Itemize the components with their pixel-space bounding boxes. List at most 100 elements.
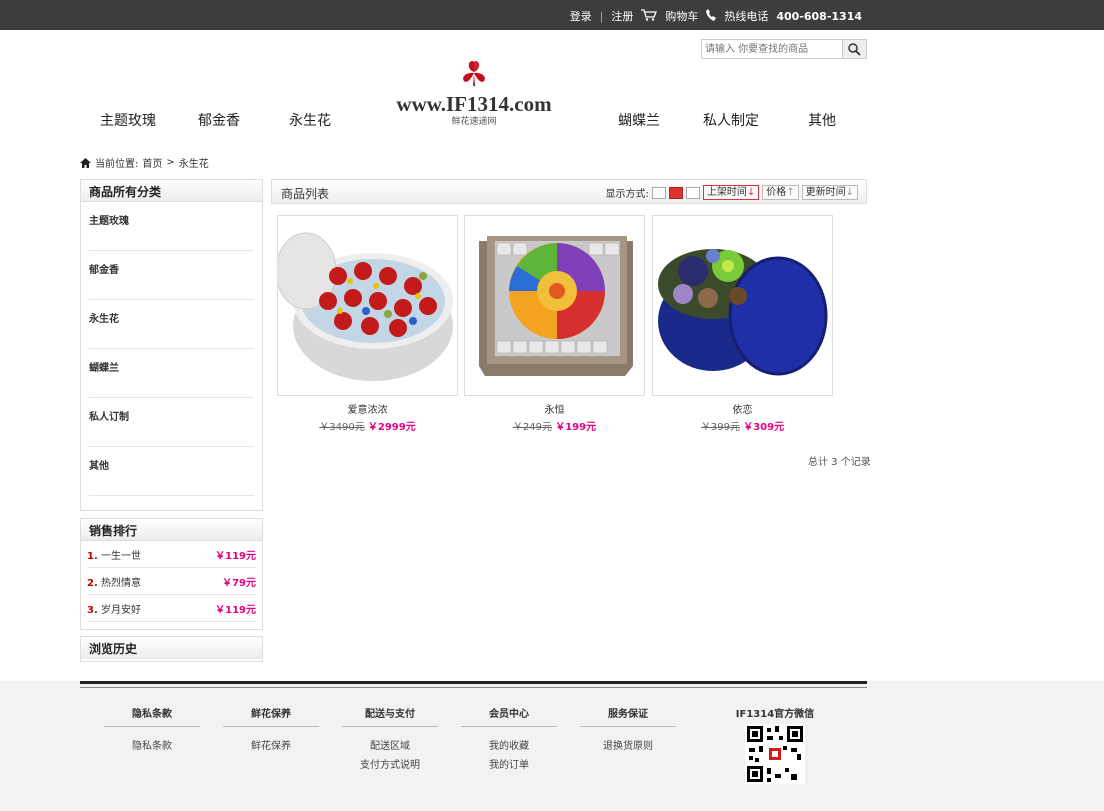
search-box: [701, 39, 867, 59]
ranking-row[interactable]: 1. 一生一世 ￥119元: [87, 541, 256, 568]
nav-item-other[interactable]: 其他: [808, 110, 836, 130]
product-image[interactable]: [652, 215, 833, 396]
footer-column-title: 隐私条款: [104, 705, 200, 727]
search-icon: [848, 42, 861, 56]
display-mode-label: 显示方式:: [605, 189, 649, 200]
category-item[interactable]: 郁金香: [89, 251, 254, 300]
footer-link[interactable]: 配送区域: [342, 737, 438, 756]
rank-number: 2.: [87, 577, 98, 589]
product-image[interactable]: [277, 215, 458, 396]
footer-link[interactable]: 隐私条款: [104, 737, 200, 756]
footer-divider: [80, 681, 867, 684]
product-list-title: 商品列表: [281, 187, 330, 201]
cart-icon[interactable]: [641, 8, 658, 24]
product-card[interactable]: 爱意浓浓 ￥3490元 ￥2999元: [277, 215, 458, 433]
rank-price: ￥119元: [215, 550, 256, 562]
breadcrumb-current[interactable]: 永生花: [179, 155, 209, 170]
sort-update-time-button[interactable]: 更新时间↓: [801, 185, 858, 200]
ranking-row[interactable]: 3. 岁月安好 ￥119元: [87, 595, 256, 622]
sale-price: ￥2999元: [367, 422, 416, 433]
footer-link[interactable]: 鲜花保养: [223, 737, 319, 756]
phone-icon: [706, 8, 717, 24]
category-item[interactable]: 主题玫瑰: [89, 202, 254, 251]
sales-ranking-panel: 销售排行 1. 一生一世 ￥119元 2. 热烈情意 ￥79元 3. 岁月安好 …: [80, 518, 263, 630]
login-link[interactable]: 登录: [570, 8, 592, 24]
history-title: 浏览历史: [81, 637, 262, 659]
sort-shelf-time-button[interactable]: 上架时间↓: [702, 185, 760, 200]
original-price: ￥249元: [512, 422, 553, 433]
wechat-title: IF1314官方微信: [735, 709, 815, 720]
hotline-number: 400-608-1314: [776, 9, 862, 23]
original-price: ￥399元: [700, 422, 741, 433]
footer-column-title: 鲜花保养: [223, 705, 319, 727]
footer-column: 会员中心 我的收藏 我的订单: [461, 705, 557, 775]
product-name[interactable]: 依恋: [652, 401, 833, 416]
product-image[interactable]: [464, 215, 645, 396]
sale-price: ￥199元: [555, 422, 597, 433]
hotline-label: 热线电话: [724, 10, 769, 23]
rank-name[interactable]: 热烈情意: [101, 578, 141, 589]
separator: |: [599, 9, 604, 23]
footer-column: 鲜花保养 鲜花保养: [223, 705, 319, 756]
product-name[interactable]: 爱意浓浓: [277, 401, 458, 416]
sale-price: ￥309元: [743, 422, 785, 433]
product-name[interactable]: 永恒: [464, 401, 645, 416]
arrow-down-icon: ↓: [746, 187, 756, 198]
product-card[interactable]: 永恒 ￥249元 ￥199元: [464, 215, 645, 433]
rank-number: 3.: [87, 604, 98, 616]
nav-item-tulips[interactable]: 郁金香: [198, 110, 240, 130]
top-bar: 登录 | 注册 购物车 热线电话 400-608-1314: [0, 0, 1104, 30]
category-panel-title: 商品所有分类: [81, 180, 262, 202]
browse-history-panel: 浏览历史: [80, 636, 263, 662]
footer-column-title: 会员中心: [461, 705, 557, 727]
arrow-down-icon: ↓: [845, 187, 854, 198]
footer-link[interactable]: 退换货原则: [580, 737, 676, 756]
footer: 隐私条款 隐私条款 鲜花保养 鲜花保养 配送与支付 配送区域 支付方式说明 会员…: [0, 681, 1104, 811]
footer-column-title: 服务保证: [580, 705, 676, 727]
rank-price: ￥119元: [215, 604, 256, 616]
cart-link[interactable]: 购物车: [665, 8, 698, 24]
product-card[interactable]: 依恋 ￥399元 ￥309元: [652, 215, 833, 433]
footer-link[interactable]: 支付方式说明: [342, 756, 438, 775]
footer-divider: [80, 687, 867, 688]
product-list-header: 商品列表 显示方式: 上架时间↓ 价格↑ 更新时间↓: [271, 179, 867, 204]
category-item[interactable]: 蝴蝶兰: [89, 349, 254, 398]
search-input[interactable]: [702, 40, 842, 58]
footer-column: 服务保证 退换货原则: [580, 705, 676, 756]
list-view-icon[interactable]: [651, 186, 666, 199]
nav-item-preserved-flowers[interactable]: 永生花: [289, 110, 331, 130]
footer-link[interactable]: 我的收藏: [461, 737, 557, 756]
rank-name[interactable]: 岁月安好: [101, 605, 141, 616]
rank-price: ￥79元: [222, 577, 256, 589]
home-icon: [80, 157, 91, 168]
clover-logo-icon: [463, 60, 485, 86]
nav-item-custom[interactable]: 私人制定: [703, 110, 759, 130]
breadcrumb-home[interactable]: 首页: [142, 155, 162, 170]
category-item[interactable]: 其他: [89, 447, 254, 496]
total-records: 总计 3 个记录: [808, 457, 871, 468]
register-link[interactable]: 注册: [611, 8, 633, 24]
nav-item-orchids[interactable]: 蝴蝶兰: [618, 110, 660, 130]
grid-view-icon[interactable]: [668, 186, 683, 199]
breadcrumb: 当前位置: 首页 > 永生花: [80, 155, 209, 170]
text-view-icon[interactable]: [685, 186, 700, 199]
ranking-title: 销售排行: [81, 519, 262, 541]
footer-column: 配送与支付 配送区域 支付方式说明: [342, 705, 438, 775]
breadcrumb-prefix: 当前位置:: [95, 159, 139, 170]
logo-url: www.IF1314.com: [396, 92, 552, 116]
category-panel: 商品所有分类 主题玫瑰 郁金香 永生花 蝴蝶兰 私人订制 其他: [80, 179, 263, 511]
footer-link[interactable]: 我的订单: [461, 756, 557, 775]
search-button[interactable]: [842, 40, 866, 58]
category-item[interactable]: 永生花: [89, 300, 254, 349]
footer-column-title: 配送与支付: [342, 705, 438, 727]
rank-name[interactable]: 一生一世: [101, 551, 141, 562]
ranking-row[interactable]: 2. 热烈情意 ￥79元: [87, 568, 256, 595]
nav-item-theme-roses[interactable]: 主题玫瑰: [100, 110, 156, 130]
site-logo[interactable]: www.IF1314.com 鲜花速递网: [386, 58, 562, 127]
wechat-qr-code: [745, 724, 805, 784]
arrow-up-icon: ↑: [786, 187, 795, 198]
breadcrumb-separator: >: [166, 157, 175, 168]
rank-number: 1.: [87, 550, 98, 562]
category-item[interactable]: 私人订制: [89, 398, 254, 447]
sort-price-button[interactable]: 价格↑: [762, 185, 799, 200]
